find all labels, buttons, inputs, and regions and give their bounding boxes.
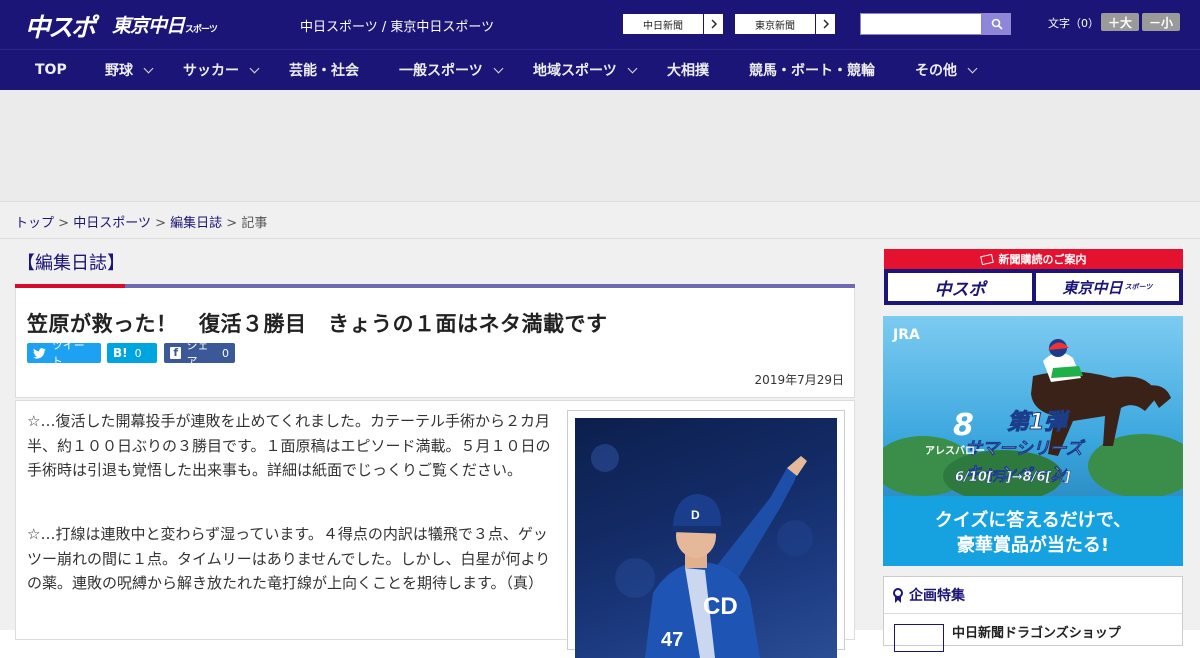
nav-item-general-sports[interactable]: 一般スポーツ [399, 50, 504, 90]
subscription-banner[interactable]: 新聞購読のご案内 中スポ 東京中日 スポーツ [884, 249, 1183, 305]
horse-number: 8 [953, 408, 974, 443]
search-icon [991, 18, 1003, 30]
chevron-down-icon [249, 63, 260, 73]
nav-item-other[interactable]: その他 [915, 50, 978, 90]
chunichi-sports-subscribe[interactable]: 中スポ [888, 273, 1032, 301]
breadcrumb-editorial-diary[interactable]: 編集日誌 [170, 216, 222, 231]
font-smaller-button[interactable]: －小 [1142, 13, 1180, 31]
nav-label: 一般スポーツ [399, 63, 483, 79]
campaign-period: 6/10[月]→8/6[火] [955, 470, 1071, 485]
feature-box: 企画特集 中日新聞ドラゴンズショップ [883, 576, 1183, 652]
chevron-down-icon [143, 63, 154, 73]
feature-thumbnail [894, 624, 944, 652]
nav-item-sumo[interactable]: 大相撲 [667, 50, 709, 90]
newspaper-icon [979, 253, 994, 265]
article-paragraph: ☆…復活した開幕投手が連敗を止めてくれました。カテーテル手術から２カ月半、約１０… [27, 412, 551, 479]
breadcrumb-separator: > [58, 216, 70, 231]
pitcher-illustration: D 47 CD [591, 444, 813, 658]
chevron-down-icon [493, 63, 504, 73]
facebook-share-label: シェア [186, 339, 209, 368]
nav-item-entertainment[interactable]: 芸能・社会 [289, 50, 359, 90]
article-photo[interactable]: D 47 CD [575, 418, 837, 658]
tokyo-chunichi-subscribe-small: スポーツ [1124, 283, 1153, 291]
breadcrumb-chunichi-sports[interactable]: 中日スポーツ [73, 216, 151, 231]
font-size-label: 文字（0） [1048, 17, 1099, 30]
breadcrumb-separator: > [155, 216, 166, 231]
search-input[interactable] [860, 13, 982, 35]
tokyo-chunichi-subscribe-text: 東京中日 [1062, 278, 1123, 297]
breadcrumb-bar: トップ > 中日スポーツ > 編集日誌 > 記事 [0, 201, 1200, 239]
article-body: ☆…復活した開幕投手が連敗を止めてくれました。カテーテル手術から２カ月半、約１０… [15, 400, 855, 658]
chunichi-sports-logo[interactable]: 中スポ [25, 8, 96, 44]
campaign-round: 第1弾 [1006, 410, 1067, 436]
breadcrumb: トップ > 中日スポーツ > 編集日誌 > 記事 [15, 212, 267, 231]
nav-item-top[interactable]: TOP [35, 50, 67, 90]
nav-label: TOP [35, 62, 67, 78]
feature-title: 企画特集 [893, 585, 965, 605]
nav-item-soccer[interactable]: サッカー [183, 50, 260, 90]
article-headline: 笠原が救った！ 復活３勝目 きょうの１面はネタ満載です [27, 312, 608, 336]
site-header: 中スポ 東京中日スポーツ 中日スポーツ / 東京中日スポーツ 中日新聞 東京新聞… [0, 0, 1200, 49]
chunichi-shimbun-link[interactable]: 中日新聞 [622, 13, 724, 35]
article-date: 2019年7月29日 [754, 373, 844, 387]
chunichi-shimbun-label: 中日新聞 [643, 20, 683, 32]
ad-banner-area [0, 90, 1200, 201]
feature-title-text: 企画特集 [909, 588, 965, 604]
section-title: 【編集日誌】 [17, 253, 125, 274]
jra-campaign-ad[interactable]: JRA 第1弾 サマーシリーズ キャンペーン 6/10[月]→8/6[火] 8 ア… [883, 316, 1183, 566]
hatena-count: 0 [134, 346, 142, 360]
svg-text:47: 47 [661, 629, 683, 651]
nav-item-racing[interactable]: 競馬・ボート・競輪 [749, 50, 875, 90]
search-button[interactable] [982, 13, 1011, 35]
twitter-icon [33, 347, 46, 359]
tokyo-shimbun-link[interactable]: 東京新聞 [734, 13, 836, 35]
font-bigger-button[interactable]: ＋大 [1101, 13, 1139, 31]
svg-text:D: D [691, 508, 700, 522]
facebook-share-count: 0 [222, 346, 229, 360]
facebook-share-button[interactable]: f シェア 0 [164, 339, 235, 368]
tweet-label: ツイート [51, 339, 85, 368]
feature-item[interactable]: 中日新聞ドラゴンズショップ [884, 613, 1182, 652]
feature-item-label: 中日新聞ドラゴンズショップ [952, 626, 1121, 641]
article-photo-frame: D 47 CD [567, 410, 845, 658]
chevron-right-icon [703, 14, 723, 34]
tokyo-chunichi-logo[interactable]: 東京中日スポーツ [112, 11, 218, 38]
jra-logo: JRA [893, 327, 920, 343]
ribbon-icon [893, 588, 903, 603]
breadcrumb-top[interactable]: トップ [15, 216, 54, 231]
nav-label: 大相撲 [667, 63, 709, 79]
ad-call-to-action: クイズに答えるだけで、 豪華賞品が当たる! [883, 496, 1183, 566]
hatena-bookmark-button[interactable]: B! 0 [107, 343, 157, 363]
chevron-down-icon [967, 63, 978, 73]
tokyo-chunichi-logo-small: スポーツ [185, 25, 218, 35]
svg-text:CD: CD [703, 593, 738, 620]
nav-label: 野球 [105, 63, 133, 79]
tokyo-chunichi-subscribe[interactable]: 東京中日 スポーツ [1036, 273, 1179, 301]
chevron-right-icon [815, 14, 835, 34]
tokyo-chunichi-logo-text: 東京中日 [112, 15, 185, 37]
nav-label: 地域スポーツ [533, 63, 617, 79]
nav-label: 競馬・ボート・競輪 [749, 63, 875, 79]
breadcrumb-separator: > [226, 216, 238, 231]
facebook-icon: f [170, 346, 182, 359]
site-names: 中日スポーツ / 東京中日スポーツ [300, 20, 495, 35]
nav-item-local-sports[interactable]: 地域スポーツ [533, 50, 638, 90]
horse-name: アレスバロー [925, 446, 985, 457]
subscription-title: 新聞購読のご案内 [998, 253, 1087, 266]
breadcrumb-current: 記事 [241, 216, 268, 231]
nav-item-baseball[interactable]: 野球 [105, 50, 154, 90]
article-paragraph: ☆…打線は連敗中と変わらず湿っています。４得点の内訳は犠飛で３点、ゲッツー崩れの… [27, 525, 551, 592]
main-nav: TOP 野球 サッカー 芸能・社会 一般スポーツ 地域スポーツ 大相撲 競馬・ボ… [0, 49, 1200, 90]
article-header: 笠原が救った！ 復活３勝目 きょうの１面はネタ満載です ツイート B! 0 f … [15, 288, 855, 398]
subscription-title-bar: 新聞購読のご案内 [884, 249, 1183, 269]
ad-cta-line2: 豪華賞品が当たる! [956, 535, 1110, 556]
chevron-down-icon [627, 63, 638, 73]
ad-cta-line1: クイズに答えるだけで、 [934, 510, 1132, 531]
nav-label: その他 [915, 63, 957, 79]
nav-label: 芸能・社会 [289, 63, 359, 79]
hatena-icon: B! [113, 346, 128, 360]
tweet-button[interactable]: ツイート [27, 339, 101, 368]
nav-label: サッカー [183, 63, 239, 79]
tokyo-shimbun-label: 東京新聞 [755, 20, 795, 32]
